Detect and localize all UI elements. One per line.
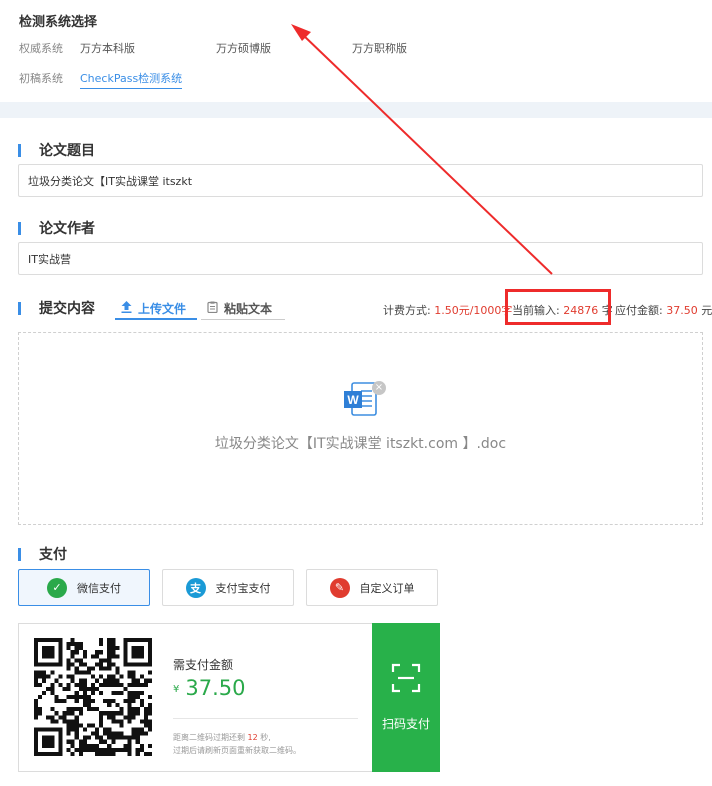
paper-author-input[interactable]: IT实战营 <box>18 242 703 275</box>
qr-payment-panel: 需支付金额 ¥37.50 距离二维码过期还剩 12 秒, 过期后请刷新页面重新获… <box>18 623 440 772</box>
alipay-icon: 支 <box>185 577 206 598</box>
tab-paste-label: 粘贴文本 <box>224 302 273 316</box>
amount-due-value: 37.50 <box>666 304 698 317</box>
paper-title-value: 垃圾分类论文【IT实战课堂 itszkt <box>28 174 193 188</box>
system-row-label-draft: 初稿系统 <box>19 72 63 85</box>
highlight-annotation-box <box>505 289 611 325</box>
custom-order-label: 自定义订单 <box>359 581 415 595</box>
option-checkpass[interactable]: CheckPass检测系统 <box>80 70 183 89</box>
scan-to-pay-label: 扫码支付 <box>381 717 430 731</box>
upload-icon <box>121 300 132 316</box>
tab-upload-file[interactable]: 上传文件 <box>115 298 197 320</box>
heading-accent-bar <box>18 301 21 315</box>
section-separator <box>0 102 712 118</box>
paper-author-value: IT实战营 <box>28 252 71 266</box>
expire-prefix: 距离二维码过期还剩 <box>173 733 245 742</box>
system-row-label-authority: 权威系统 <box>19 42 63 55</box>
qr-expire-notice: 距离二维码过期还剩 12 秒, 过期后请刷新页面重新获取二维码。 <box>173 731 301 757</box>
paper-title-input[interactable]: 垃圾分类论文【IT实战课堂 itszkt <box>18 164 703 197</box>
tab-upload-label: 上传文件 <box>138 301 187 316</box>
alipay-label: 支付宝支付 <box>215 581 271 595</box>
system-select-panel: 检测系统选择 权威系统 万方本科版 万方硕博版 万方职称版 初稿系统 Check… <box>0 0 712 102</box>
expire-seconds: 12 <box>247 733 258 742</box>
paper-author-label: 论文作者 <box>39 221 95 237</box>
heading-accent-bar <box>18 143 21 157</box>
panel-divider <box>173 718 358 719</box>
payment-amount: 37.50 <box>185 676 246 700</box>
expire-line2: 过期后请刷新页面重新获取二维码。 <box>173 746 301 755</box>
pen-icon: ✎ <box>329 577 350 598</box>
wechat-pay-button[interactable]: ✓ 微信支付 <box>18 569 150 606</box>
scan-icon <box>391 663 421 697</box>
custom-order-button[interactable]: ✎ 自定义订单 <box>306 569 438 606</box>
amount-due-label: 应付金额: <box>615 304 663 317</box>
option-wanfang-title[interactable]: 万方职称版 <box>352 40 407 56</box>
system-select-title: 检测系统选择 <box>19 15 98 30</box>
amount-value-row: ¥37.50 <box>173 676 246 700</box>
upload-drop-zone[interactable]: W × 垃圾分类论文【IT实战课堂 itszkt.com 】.doc <box>18 332 703 525</box>
option-wanfang-master-phd[interactable]: 万方硕博版 <box>216 40 271 56</box>
alipay-button[interactable]: 支 支付宝支付 <box>162 569 294 606</box>
paper-author-heading: 论文作者 <box>18 218 95 238</box>
heading-accent-bar <box>18 221 21 235</box>
payment-label: 支付 <box>39 547 67 563</box>
amount-due: 应付金额: 37.50 元 <box>615 302 712 318</box>
qr-code-image <box>34 638 152 756</box>
clipboard-icon <box>207 301 218 316</box>
fee-method-value: 1.50元/1000字 <box>434 304 513 317</box>
scan-to-pay-block[interactable]: 扫码支付 <box>372 623 440 772</box>
wechat-icon: ✓ <box>47 577 67 598</box>
paper-title-label: 论文题目 <box>39 143 95 159</box>
wechat-pay-label: 微信支付 <box>77 581 121 595</box>
payment-heading: 支付 <box>18 544 67 564</box>
fee-method: 计费方式: 1.50元/1000字 <box>383 302 512 318</box>
currency-symbol: ¥ <box>173 683 180 695</box>
remove-file-icon[interactable]: × <box>372 381 386 395</box>
amount-label: 需支付金额 <box>173 658 234 672</box>
option-wanfang-undergrad[interactable]: 万方本科版 <box>80 40 135 56</box>
uploaded-file-name: 垃圾分类论文【IT实战课堂 itszkt.com 】.doc <box>214 436 507 452</box>
tab-paste-text[interactable]: 粘贴文本 <box>201 298 285 320</box>
submit-content-label: 提交内容 <box>39 301 95 317</box>
submit-content-heading: 提交内容 <box>18 298 95 318</box>
expire-suffix: 秒, <box>260 733 271 742</box>
heading-accent-bar <box>18 547 21 561</box>
amount-due-unit: 元 <box>701 304 712 317</box>
fee-method-label: 计费方式: <box>383 304 431 317</box>
svg-text:W: W <box>347 393 359 407</box>
paper-title-heading: 论文题目 <box>18 140 95 160</box>
